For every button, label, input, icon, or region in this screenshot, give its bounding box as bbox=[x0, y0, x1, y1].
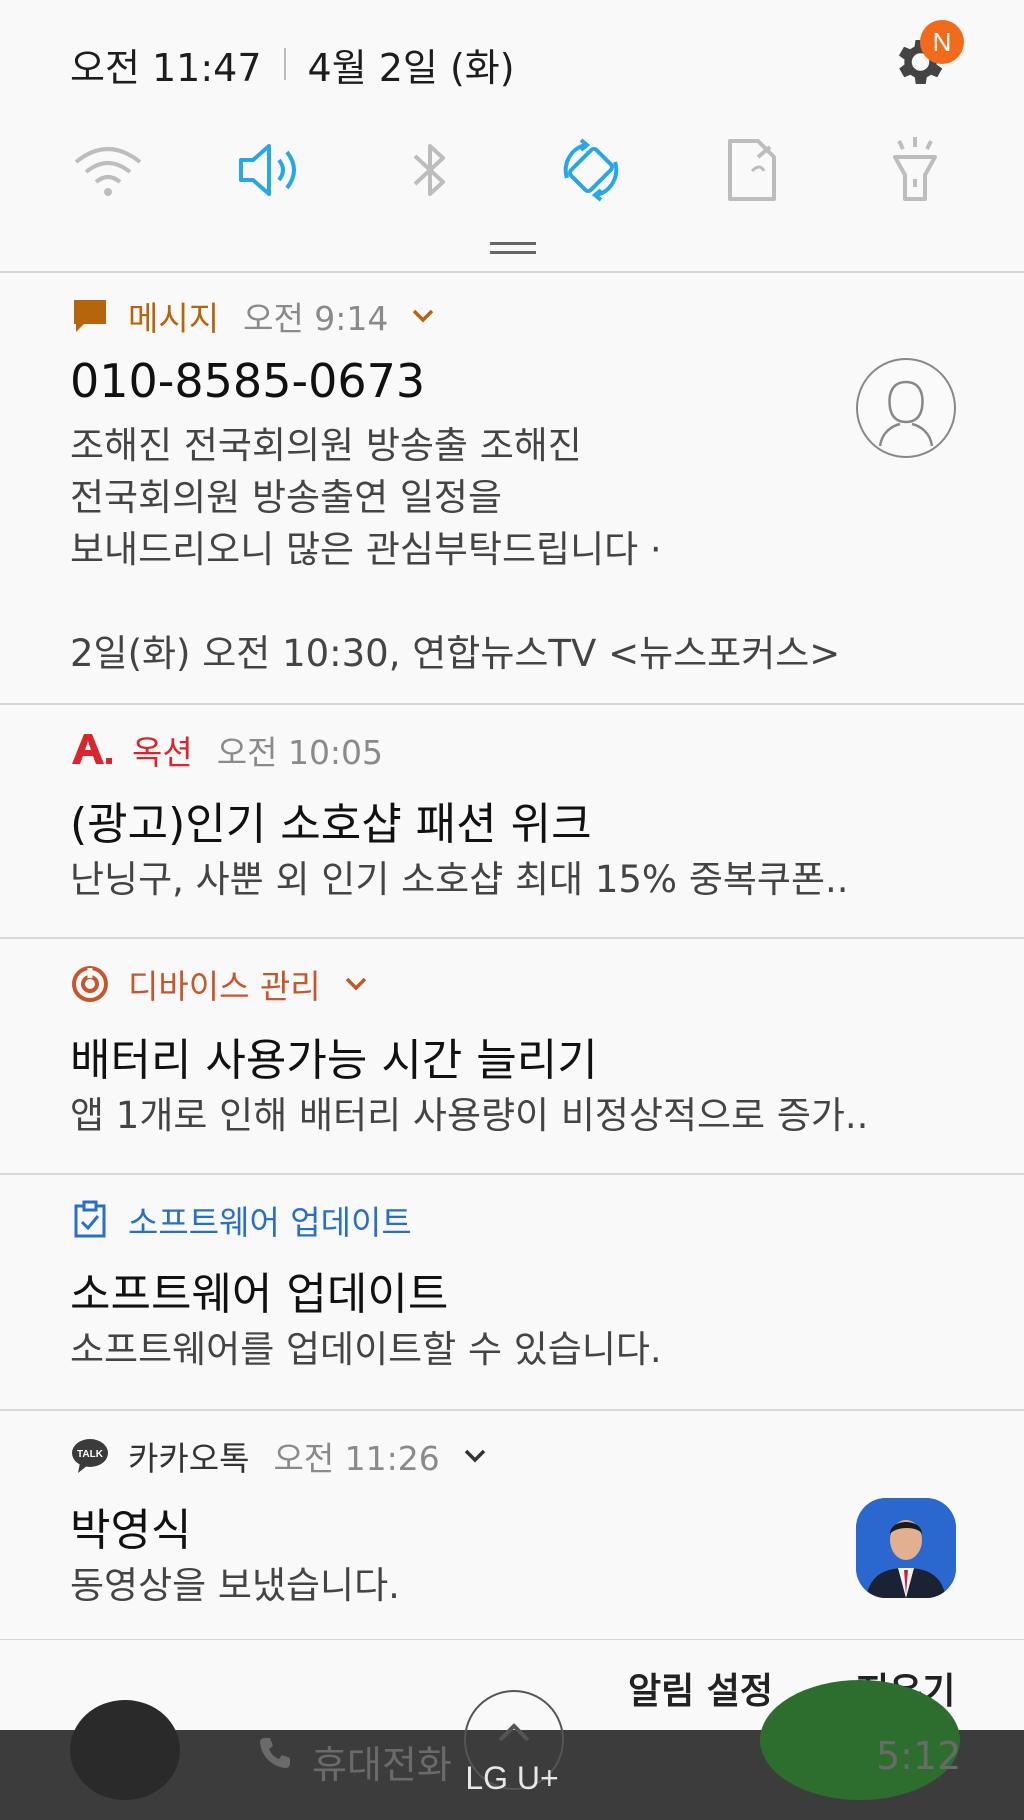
auto-rotate-icon bbox=[563, 138, 619, 202]
status-bar: 오전 11:47 4월 2일 (화) bbox=[70, 38, 515, 90]
app-name: 소프트웨어 업데이트 bbox=[128, 1203, 412, 1242]
notification-title: (광고)인기 소호샵 패션 위크 bbox=[70, 799, 592, 850]
nfc-toggle[interactable] bbox=[712, 135, 792, 205]
sound-toggle[interactable] bbox=[229, 135, 309, 205]
wifi-toggle[interactable] bbox=[68, 135, 148, 205]
sound-icon bbox=[239, 144, 296, 196]
notification-body: 소프트웨어를 업데이트할 수 있습니다. bbox=[70, 1328, 662, 1371]
app-header: 소프트웨어 업데이트 bbox=[70, 1196, 412, 1244]
flashlight-toggle[interactable] bbox=[875, 135, 955, 205]
chevron-down-icon bbox=[413, 309, 434, 323]
app-name: 카카오톡 bbox=[128, 1439, 250, 1478]
message-icon bbox=[70, 296, 110, 336]
svg-text:TALK: TALK bbox=[77, 1449, 104, 1460]
notification-time: 오전 10:05 bbox=[216, 733, 384, 772]
notification-body: 난닝구, 사뿐 외 인기 소호샵 최대 15% 중복쿠폰.. bbox=[70, 858, 849, 901]
chevron-down-icon bbox=[345, 977, 366, 991]
chevron-down-icon bbox=[464, 1449, 486, 1463]
notification-body: 조해진 전국회의원 방송출 조해진 전국회의원 방송출연 일정을 보내드리오니 … bbox=[70, 424, 841, 675]
clock: 오전 11:47 bbox=[70, 45, 262, 90]
notification-body: 동영상을 보냈습니다. bbox=[70, 1564, 400, 1607]
nfc-icon bbox=[728, 139, 776, 201]
person-icon bbox=[878, 380, 934, 447]
app-header: TALK 카카오톡 오전 11:26 bbox=[70, 1432, 488, 1480]
app-name: 메시지 bbox=[128, 299, 220, 338]
notification-title: 배터리 사용가능 시간 늘리기 bbox=[70, 1035, 598, 1086]
auto-rotate-toggle[interactable] bbox=[551, 135, 631, 205]
app-name: 디바이스 관리 bbox=[128, 967, 321, 1006]
notification-settings-button[interactable]: 알림 설정 bbox=[628, 1662, 773, 1714]
notification-title: 박영식 bbox=[70, 1505, 192, 1556]
notification-time: 오전 9:14 bbox=[243, 299, 389, 338]
bluetooth-icon bbox=[413, 144, 445, 196]
status-separator bbox=[283, 48, 286, 80]
notification-time: 오전 11:26 bbox=[273, 1439, 440, 1478]
notification-device-care[interactable]: 디바이스 관리 배터리 사용가능 시간 늘리기 앱 1개로 인해 배터리 사용량… bbox=[0, 938, 1024, 1172]
app-name: 옥션 bbox=[132, 733, 193, 772]
flashlight-icon bbox=[893, 137, 937, 201]
app-header: 옥션 오전 10:05 bbox=[70, 726, 383, 774]
notification-auction[interactable]: 옥션 오전 10:05 (광고)인기 소호샵 패션 위크 난닝구, 사뿐 외 인… bbox=[0, 704, 1024, 936]
app-header: 디바이스 관리 bbox=[70, 960, 369, 1008]
kakaotalk-icon: TALK bbox=[70, 1436, 110, 1476]
expand-button[interactable] bbox=[462, 1443, 488, 1469]
sender-photo bbox=[856, 1498, 956, 1598]
notification-title: 소프트웨어 업데이트 bbox=[70, 1269, 449, 1320]
auction-logo-icon bbox=[70, 730, 114, 770]
notification-body: 앱 1개로 인해 배터리 사용량이 비정상적으로 증가.. bbox=[70, 1094, 869, 1137]
background-call-screen: 휴대전화 5:12 LG U+ bbox=[0, 1680, 1024, 1820]
notification-software-update[interactable]: 소프트웨어 업데이트 소프트웨어 업데이트 소프트웨어를 업데이트할 수 있습니… bbox=[0, 1174, 1024, 1408]
bluetooth-toggle[interactable] bbox=[390, 135, 470, 205]
notification-title: 010-8585-0673 bbox=[70, 354, 426, 408]
notification-message[interactable]: 메시지 오전 9:14 010-8585-0673 조해진 전국회의원 방송출 … bbox=[0, 272, 1024, 702]
settings-badge: N bbox=[920, 20, 964, 64]
quick-settings-row bbox=[0, 135, 1024, 205]
software-update-icon bbox=[70, 1200, 110, 1240]
expand-handle[interactable] bbox=[490, 242, 536, 254]
carrier-label: LG U+ bbox=[465, 1760, 559, 1796]
app-header: 메시지 오전 9:14 bbox=[70, 292, 436, 340]
wifi-icon bbox=[74, 147, 142, 196]
contact-avatar bbox=[856, 358, 956, 458]
expand-button[interactable] bbox=[343, 971, 369, 997]
expand-button[interactable] bbox=[410, 303, 436, 329]
date: 4월 2일 (화) bbox=[307, 45, 515, 90]
device-care-icon bbox=[70, 964, 110, 1004]
